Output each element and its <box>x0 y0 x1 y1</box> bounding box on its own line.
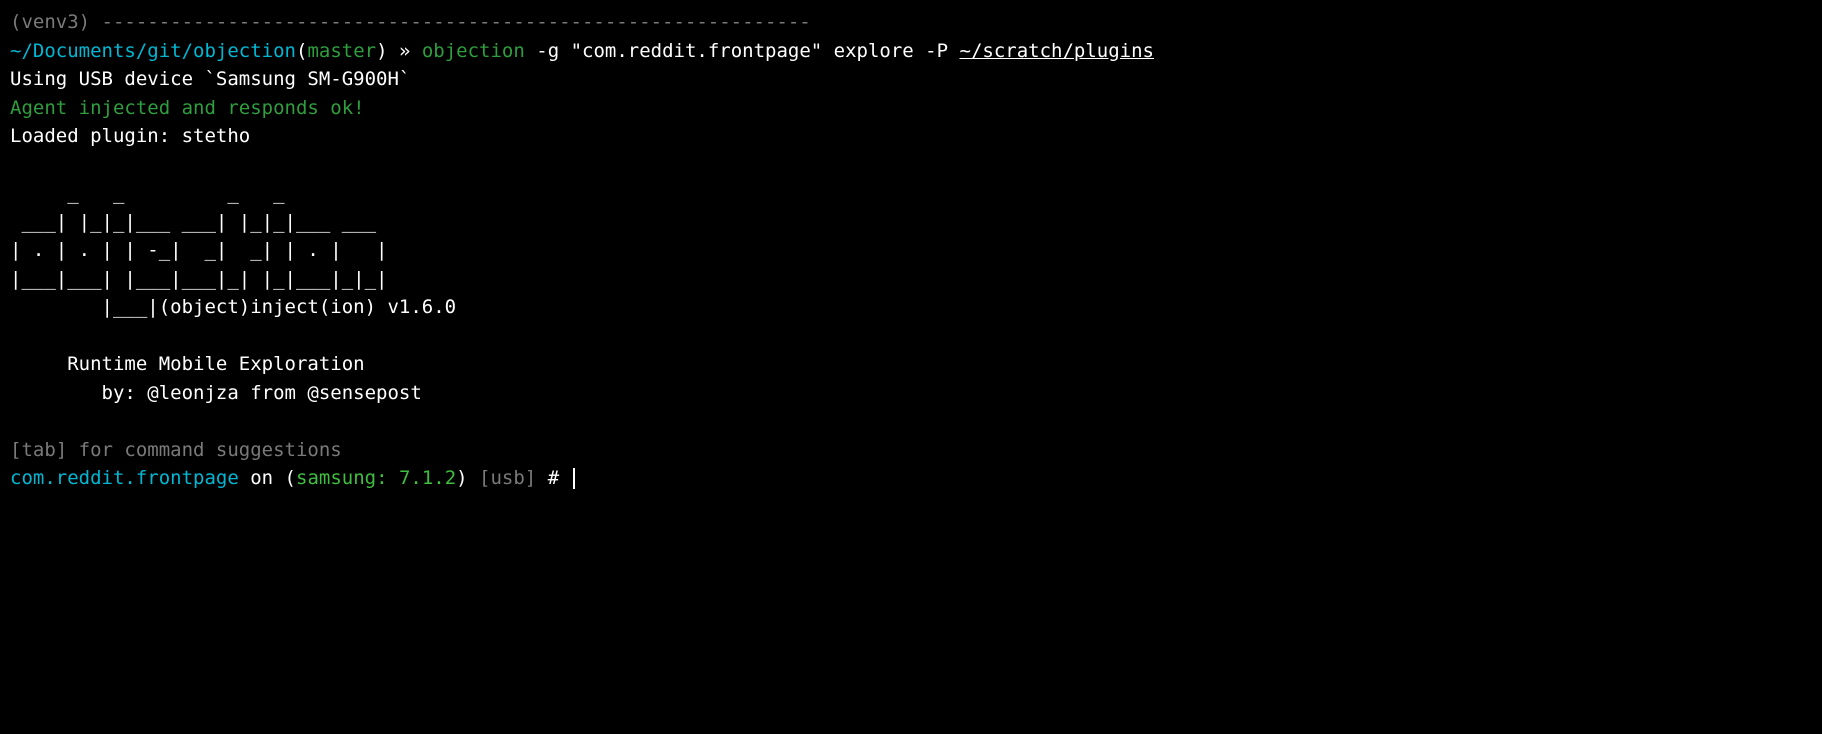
command-args: -g "com.reddit.frontpage" explore -P <box>525 40 960 62</box>
command-name: objection <box>422 40 525 62</box>
git-branch: master <box>307 40 376 62</box>
terminal[interactable]: (venv3) --------------------------------… <box>10 8 1812 493</box>
output-plugin: Loaded plugin: stetho <box>10 122 1812 151</box>
output-device: Using USB device `Samsung SM-G900H` <box>10 65 1812 94</box>
repl-connection: [usb] <box>468 467 548 489</box>
blank-line-1 <box>10 151 1812 180</box>
output-agent: Agent injected and responds ok! <box>10 94 1812 123</box>
branch-close: ) <box>376 40 387 62</box>
prompt-arrow: » <box>388 40 422 62</box>
repl-on: on <box>239 467 285 489</box>
blank-line-2 <box>10 407 1812 436</box>
repl-prompt-line[interactable]: com.reddit.frontpage on (samsung: 7.1.2)… <box>10 464 1812 493</box>
ascii-banner: _ _ _ _ ___| |_|_|___ ___| |_|_|___ ___ … <box>10 179 1812 407</box>
cwd-path: ~/Documents/git/objection <box>10 40 296 62</box>
repl-device: samsung: 7.1.2 <box>296 467 456 489</box>
venv-label: (venv3) <box>10 11 90 33</box>
repl-device-open: ( <box>285 467 296 489</box>
venv-line: (venv3) --------------------------------… <box>10 8 1812 37</box>
shell-prompt-line: ~/Documents/git/objection(master) » obje… <box>10 37 1812 66</box>
divider: ----------------------------------------… <box>90 11 811 33</box>
cursor <box>573 468 575 489</box>
tab-hint: [tab] for command suggestions <box>10 436 1812 465</box>
repl-package: com.reddit.frontpage <box>10 467 239 489</box>
branch-open: ( <box>296 40 307 62</box>
command-plugin-path: ~/scratch/plugins <box>960 40 1154 62</box>
repl-hash: # <box>548 467 571 489</box>
repl-device-close: ) <box>456 467 467 489</box>
